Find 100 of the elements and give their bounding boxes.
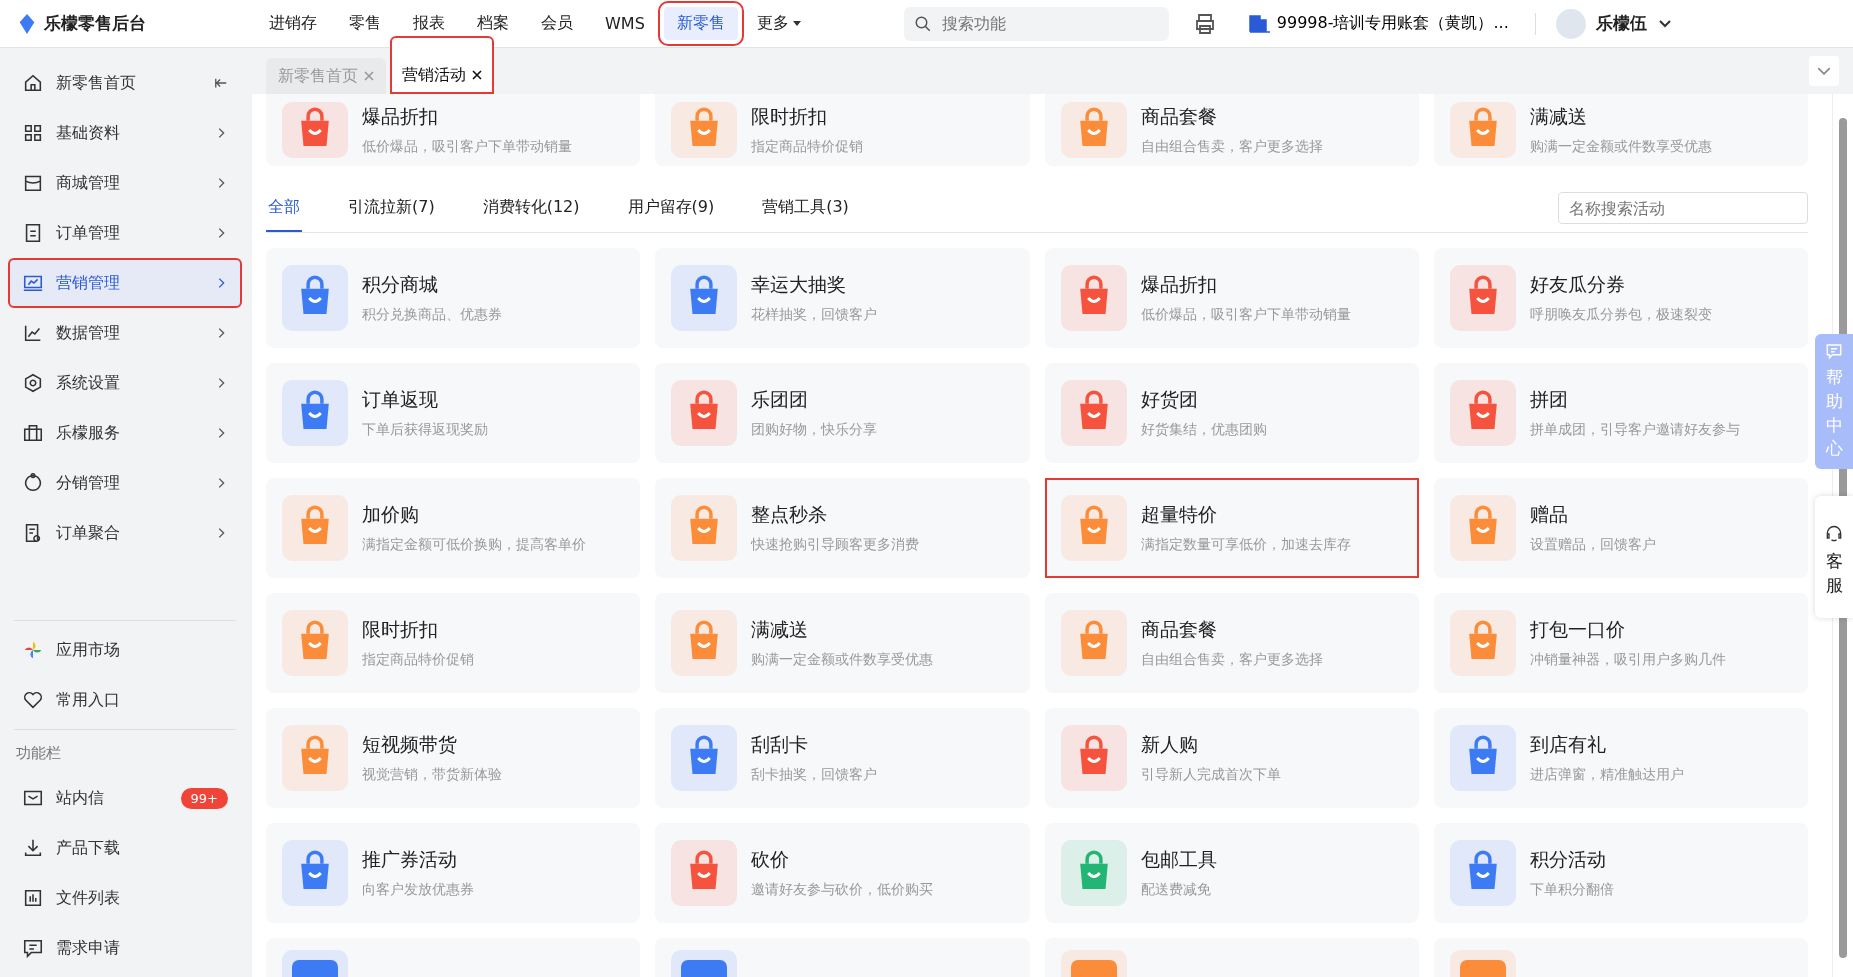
app-name: 乐檬零售后台 (44, 12, 146, 35)
activity-card[interactable]: 短视频带货 视觉营销，带货新体验 (266, 708, 641, 808)
sidebar-item[interactable]: 常用入口 (8, 675, 242, 725)
close-icon[interactable] (472, 70, 482, 80)
sidebar-item[interactable]: 系统设置 (8, 358, 242, 408)
tab-menu-button[interactable] (1809, 56, 1839, 86)
activity-title: 赠品 (1529, 502, 1569, 527)
sidebar-item[interactable]: 新零售首页 (8, 58, 242, 108)
activity-card[interactable]: 商品套餐 自由组合售卖，客户更多选择 (1044, 94, 1419, 166)
menu-item-icon (22, 887, 44, 909)
sidebar-item[interactable]: 基础资料 (8, 108, 242, 158)
heart-icon (22, 689, 44, 711)
activity-card[interactable]: 好友瓜分券 呼朋唤友瓜分券包，极速裂变 (1433, 248, 1808, 348)
activity-title: 满减送 (1529, 104, 1588, 129)
activity-description: 拼单成团，引导客户邀请好友参与 (1529, 421, 1740, 439)
sidebar-item[interactable]: 营销管理 (8, 258, 242, 308)
activity-description: 冲销量神器，吸引用户多购几件 (1529, 651, 1726, 669)
activity-card[interactable]: 刮刮卡 刮卡抽奖，回馈客户 (655, 708, 1030, 808)
activity-description: 花样抽奖，回馈客户 (751, 306, 878, 324)
sidebar-item[interactable]: 商城管理 (8, 158, 242, 208)
activity-title: 商品套餐 (1140, 617, 1218, 642)
nav-tab[interactable]: 进销存 (256, 7, 330, 40)
more-menu[interactable]: 更多 (743, 7, 814, 40)
activity-title: 到店有礼 (1529, 732, 1607, 757)
activity-title: 刮刮卡 (751, 732, 810, 757)
activity-card[interactable]: 加价购 满指定金额可低价换购，提高客单价 (266, 478, 641, 578)
activity-title: 商品套餐 (1140, 104, 1218, 129)
activity-card[interactable]: 限时折扣 指定商品特价促销 (266, 593, 641, 693)
sidebar-item[interactable]: 订单管理 (8, 208, 242, 258)
activity-title: 新人购 (1140, 732, 1199, 757)
nav-tab[interactable]: WMS (592, 8, 658, 39)
activity-title: 限时折扣 (362, 617, 439, 642)
count-badge: 99+ (180, 787, 228, 809)
activity-card[interactable]: 爆品折扣 低价爆品，吸引客户下单带动销量 (1044, 248, 1419, 348)
sidebar-item[interactable]: 需求申请 (8, 923, 242, 973)
activity-title: 打包一口价 (1529, 617, 1626, 642)
activity-card[interactable]: 商品套餐 自由组合售卖，客户更多选择 (1044, 593, 1419, 693)
activity-title: 超量特价 (1140, 502, 1218, 527)
sidebar-item[interactable]: 站内信 99+ (8, 773, 242, 823)
activity-card[interactable]: 满减送 购满一定金额或件数享受优惠 (1433, 94, 1808, 166)
sidebar-item[interactable]: 分销管理 (8, 458, 242, 508)
filter-tab[interactable]: 消费转化(12) (480, 184, 582, 232)
search-field[interactable]: 搜索功能 (903, 6, 1169, 41)
sidebar-item[interactable]: 文件列表 (8, 873, 242, 923)
user-name[interactable]: 乐檬伍 (1595, 12, 1647, 35)
activity-description: 向客户发放优惠券 (362, 881, 474, 899)
activity-description: 配送费减免 (1140, 881, 1212, 899)
activity-card[interactable]: 好货团 好货集结，优惠团购 (1044, 363, 1419, 463)
activity-description: 进店弹窗，精准触达用户 (1529, 766, 1684, 784)
activity-title: 订单返现 (362, 387, 439, 412)
activity-description: 呼朋唤友瓜分券包，极速裂变 (1529, 306, 1712, 324)
activity-title: 爆品折扣 (1140, 272, 1218, 297)
activity-title: 好货团 (1140, 387, 1199, 412)
sidebar-item[interactable]: 数据管理 (8, 308, 242, 358)
activity-card[interactable]: 砍价 邀请好友参与砍价，低价购买 (655, 823, 1030, 923)
activity-card[interactable]: 幸运大抽奖 花样抽奖，回馈客户 (655, 248, 1030, 348)
activity-title: 满减送 (751, 617, 810, 642)
sidebar-item[interactable]: 应用市场 (8, 625, 242, 675)
activity-title: 积分活动 (1529, 847, 1607, 872)
activity-description: 自由组合售卖，客户更多选择 (1140, 651, 1323, 669)
activity-title: 包邮工具 (1140, 847, 1217, 872)
activity-card[interactable]: 推广券活动 向客户发放优惠券 (266, 823, 641, 923)
activity-description: 指定商品特价促销 (751, 138, 864, 156)
menu-item-icon (22, 422, 44, 444)
activity-title: 好友瓜分券 (1529, 272, 1626, 297)
sidebar-item[interactable]: 订单聚合 (8, 508, 242, 558)
sidebar-item[interactable]: 乐檬服务 (8, 408, 242, 458)
activity-card[interactable]: 整点秒杀 快速抢购引导顾客更多消费 (655, 478, 1030, 578)
activity-card[interactable]: 限时折扣 指定商品特价促销 (655, 94, 1030, 166)
filter-tab[interactable]: 营销工具(3) (760, 184, 851, 232)
filter-tab[interactable]: 引流拉新(7) (346, 184, 437, 232)
activity-card[interactable]: 乐团团 团购好物，快乐分享 (655, 363, 1030, 463)
collapse-icon[interactable] (214, 76, 228, 90)
activity-card[interactable]: 爆品折扣 低价爆品，吸引客户下单带动销量 (266, 94, 641, 166)
activity-search-field[interactable]: 名称搜索活动 (1558, 192, 1808, 224)
sidebar-item[interactable]: 产品下载 (8, 823, 242, 873)
activity-description: 下单积分翻倍 (1529, 881, 1614, 899)
activity-card[interactable]: 赠品 设置赠品，回馈客户 (1433, 478, 1808, 578)
activity-card[interactable]: 订单返现 下单后获得返现奖励 (266, 363, 641, 463)
filter-tab[interactable]: 全部 (266, 184, 302, 232)
activity-card[interactable]: 超量特价 满指定数量可享低价，加速去库存 (1044, 478, 1419, 578)
activity-description: 邀请好友参与砍价，低价购买 (751, 881, 934, 899)
activity-description: 满指定数量可享低价，加速去库存 (1140, 536, 1351, 554)
activity-card[interactable]: 新人购 引导新人完成首次下单 (1044, 708, 1419, 808)
nav-tab[interactable]: 会员 (528, 7, 586, 40)
activity-card[interactable]: 积分活动 下单积分翻倍 (1433, 823, 1808, 923)
filter-tab[interactable]: 用户留存(9) (625, 184, 717, 232)
page-tab[interactable]: 营销活动 (390, 36, 494, 94)
account-selector[interactable]: 99998-培训专用账套（黄凯）... (1242, 12, 1515, 35)
activity-card[interactable]: 包邮工具 配送费减免 (1044, 823, 1419, 923)
activity-card[interactable]: 到店有礼 进店弹窗，精准触达用户 (1433, 708, 1808, 808)
customer-service-tab[interactable]: 客服 (1815, 496, 1853, 618)
activity-card[interactable]: 满减送 购满一定金额或件数享受优惠 (655, 593, 1030, 693)
activity-title: 加价购 (362, 502, 420, 527)
chat-icon (1825, 342, 1843, 360)
activity-card[interactable]: 打包一口价 冲销量神器，吸引用户多购几件 (1433, 593, 1808, 693)
activity-title: 乐团团 (751, 387, 810, 412)
menu-item-icon (22, 837, 44, 859)
activity-card[interactable]: 拼团 拼单成团，引导客户邀请好友参与 (1433, 363, 1808, 463)
activity-card[interactable]: 积分商城 积分兑换商品、优惠券 (266, 248, 641, 348)
